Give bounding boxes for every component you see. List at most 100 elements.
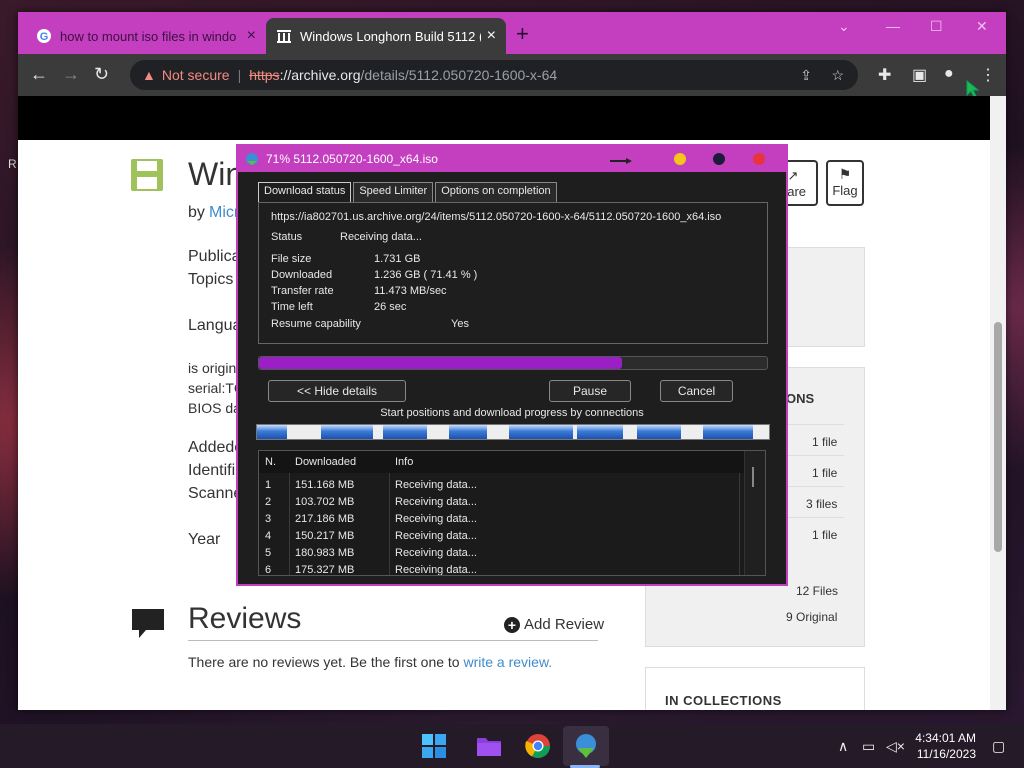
connection-gap <box>427 425 449 439</box>
table-row[interactable]: 6 175.327 MB Receiving data... <box>259 562 739 576</box>
tab-close-icon[interactable]: × <box>247 27 256 45</box>
dialog-title: 71% 5112.050720-1600_x64.iso <box>266 152 438 166</box>
download-options-heading-fragment: ONS <box>786 391 815 406</box>
table-row[interactable]: 5 180.983 MB Receiving data... <box>259 545 739 562</box>
table-scrollbar[interactable] <box>744 451 765 575</box>
cancel-button[interactable]: Cancel <box>660 380 733 402</box>
tray-arrow-icon[interactable] <box>610 158 632 164</box>
tab-archive-org[interactable]: Windows Longhorn Build 5112 ( × <box>266 18 506 54</box>
file-count[interactable]: 1 file <box>812 435 837 449</box>
extensions-puzzle-icon[interactable]: ✚ <box>878 65 891 85</box>
no-reviews-message: There are no reviews yet. Be the first o… <box>188 654 460 670</box>
connection-gap <box>681 425 703 439</box>
file-count[interactable]: 3 files <box>806 497 837 511</box>
flag-icon: ⚑ <box>838 166 852 182</box>
resume-capability-value: Yes <box>451 318 469 330</box>
cell-info: Receiving data... <box>395 513 477 525</box>
tab-search-chevron-icon[interactable]: ⌄ <box>838 18 850 35</box>
cell-info: Receiving data... <box>395 564 477 576</box>
back-arrow-icon[interactable]: ← <box>30 64 48 84</box>
not-secure-label[interactable]: Not secure <box>162 67 230 83</box>
item-title-fragment: Win <box>188 156 244 192</box>
cell-downloaded: 217.186 MB <box>295 513 355 525</box>
idm-icon[interactable] <box>572 732 600 760</box>
table-row[interactable]: 2 103.702 MB Receiving data... <box>259 494 739 511</box>
connection-gap <box>287 425 321 439</box>
windows-start-icon[interactable] <box>420 732 448 760</box>
file-size-label: File size <box>271 253 312 265</box>
tab-title: Windows Longhorn Build 5112 ( <box>300 28 481 44</box>
flag-button[interactable]: ⚑ Flag <box>826 160 864 206</box>
reload-icon[interactable]: ↻ <box>94 64 109 84</box>
share-icon[interactable]: ⇪ <box>800 67 812 84</box>
profile-avatar-icon[interactable]: ● <box>944 65 954 83</box>
floppy-disk-icon <box>131 159 163 191</box>
tab-options-on-completion[interactable]: Options on completion <box>435 182 557 202</box>
tab-download-status[interactable]: Download status <box>258 182 352 202</box>
column-header[interactable]: Info <box>395 456 413 468</box>
metadata-label: Topics <box>188 271 234 288</box>
cell-downloaded: 103.702 MB <box>295 496 355 508</box>
notification-icon[interactable]: ▢ <box>992 738 1005 755</box>
tray-chevron-up-icon[interactable]: ∧ <box>838 738 848 755</box>
pause-button[interactable]: Pause <box>549 380 631 402</box>
downloaded-value: 1.236 GB ( 71.41 % ) <box>374 269 478 281</box>
side-panel-icon[interactable]: ▣ <box>912 65 927 85</box>
cell-info: Receiving data... <box>395 530 477 542</box>
idm-globe-icon <box>246 153 258 165</box>
download-progress-bar <box>258 356 768 370</box>
close-dot-icon[interactable] <box>753 153 765 165</box>
table-row[interactable]: 1 151.168 MB Receiving data... <box>259 477 739 494</box>
maximize-dot-icon[interactable] <box>713 153 725 165</box>
hide-details-button[interactable]: << Hide details <box>268 380 406 402</box>
tab-close-icon[interactable]: × <box>487 27 496 45</box>
by-label: by <box>188 204 205 221</box>
cell-info: Receiving data... <box>395 479 477 491</box>
bookmark-star-icon[interactable]: ☆ <box>831 67 844 84</box>
download-url: https://ia802701.us.archive.org/24/items… <box>271 211 722 223</box>
cell-n: 4 <box>265 530 272 542</box>
minimize-dot-icon[interactable] <box>674 153 686 165</box>
maximize-icon[interactable]: ☐ <box>930 18 943 35</box>
menu-kebab-icon[interactable]: ⋮ <box>980 65 996 85</box>
tab-speed-limiter[interactable]: Speed Limiter <box>353 182 434 202</box>
author-link[interactable]: Micr <box>209 204 239 222</box>
table-row[interactable]: 4 150.217 MB Receiving data... <box>259 528 739 545</box>
forward-arrow-icon[interactable]: → <box>62 64 80 84</box>
tab-title: how to mount iso files in windo <box>60 28 237 44</box>
tab-google-search[interactable]: G how to mount iso files in windo × <box>26 18 266 54</box>
file-count[interactable]: 1 file <box>812 528 837 542</box>
time-left-label: Time left <box>271 301 313 313</box>
warning-triangle-icon[interactable]: ▲ <box>142 67 156 83</box>
page-scrollbar[interactable] <box>990 96 1006 710</box>
cell-downloaded: 175.327 MB <box>295 564 355 576</box>
write-review-link[interactable]: write a review. <box>463 654 552 670</box>
file-count[interactable]: 1 file <box>812 466 837 480</box>
collections-box: IN COLLECTIONS <box>645 667 865 710</box>
address-bar[interactable]: ▲ Not secure | https://archive.org/detai… <box>130 60 858 90</box>
plus-circle-icon: + <box>504 616 520 633</box>
url-path: /details/5112.050720-1600-x-64 <box>360 67 558 83</box>
clock[interactable]: 4:34:01 AM 11/16/2023 <box>915 730 976 762</box>
speech-bubble-icon <box>132 609 164 638</box>
new-tab-plus-icon[interactable]: + <box>516 23 529 45</box>
table-row[interactable]: 3 217.186 MB Receiving data... <box>259 511 739 528</box>
dialog-titlebar[interactable]: 71% 5112.050720-1600_x64.iso <box>238 146 786 172</box>
connection-segment <box>449 425 487 439</box>
idm-download-dialog: 71% 5112.050720-1600_x64.iso Download st… <box>236 144 788 586</box>
column-header[interactable]: N. <box>265 456 276 468</box>
no-reviews-text: There are no reviews yet. Be the first o… <box>188 654 552 670</box>
column-header[interactable]: Downloaded <box>295 456 356 468</box>
total-files-link[interactable]: 12 Files <box>796 584 838 598</box>
minimize-icon[interactable]: — <box>886 18 900 34</box>
network-monitor-icon[interactable]: ▭ <box>862 738 875 755</box>
add-review-button[interactable]: + Add Review <box>504 616 604 633</box>
files-folder-icon[interactable] <box>475 732 503 760</box>
table-scroll-thumb[interactable] <box>752 467 754 487</box>
chrome-icon[interactable] <box>524 732 552 760</box>
original-files-link[interactable]: 9 Original <box>786 610 837 624</box>
speaker-muted-icon[interactable]: ◁× <box>886 738 905 755</box>
scrollbar-thumb[interactable] <box>994 322 1002 552</box>
close-window-icon[interactable]: ✕ <box>976 18 988 35</box>
metadata-label: Year <box>188 531 221 548</box>
